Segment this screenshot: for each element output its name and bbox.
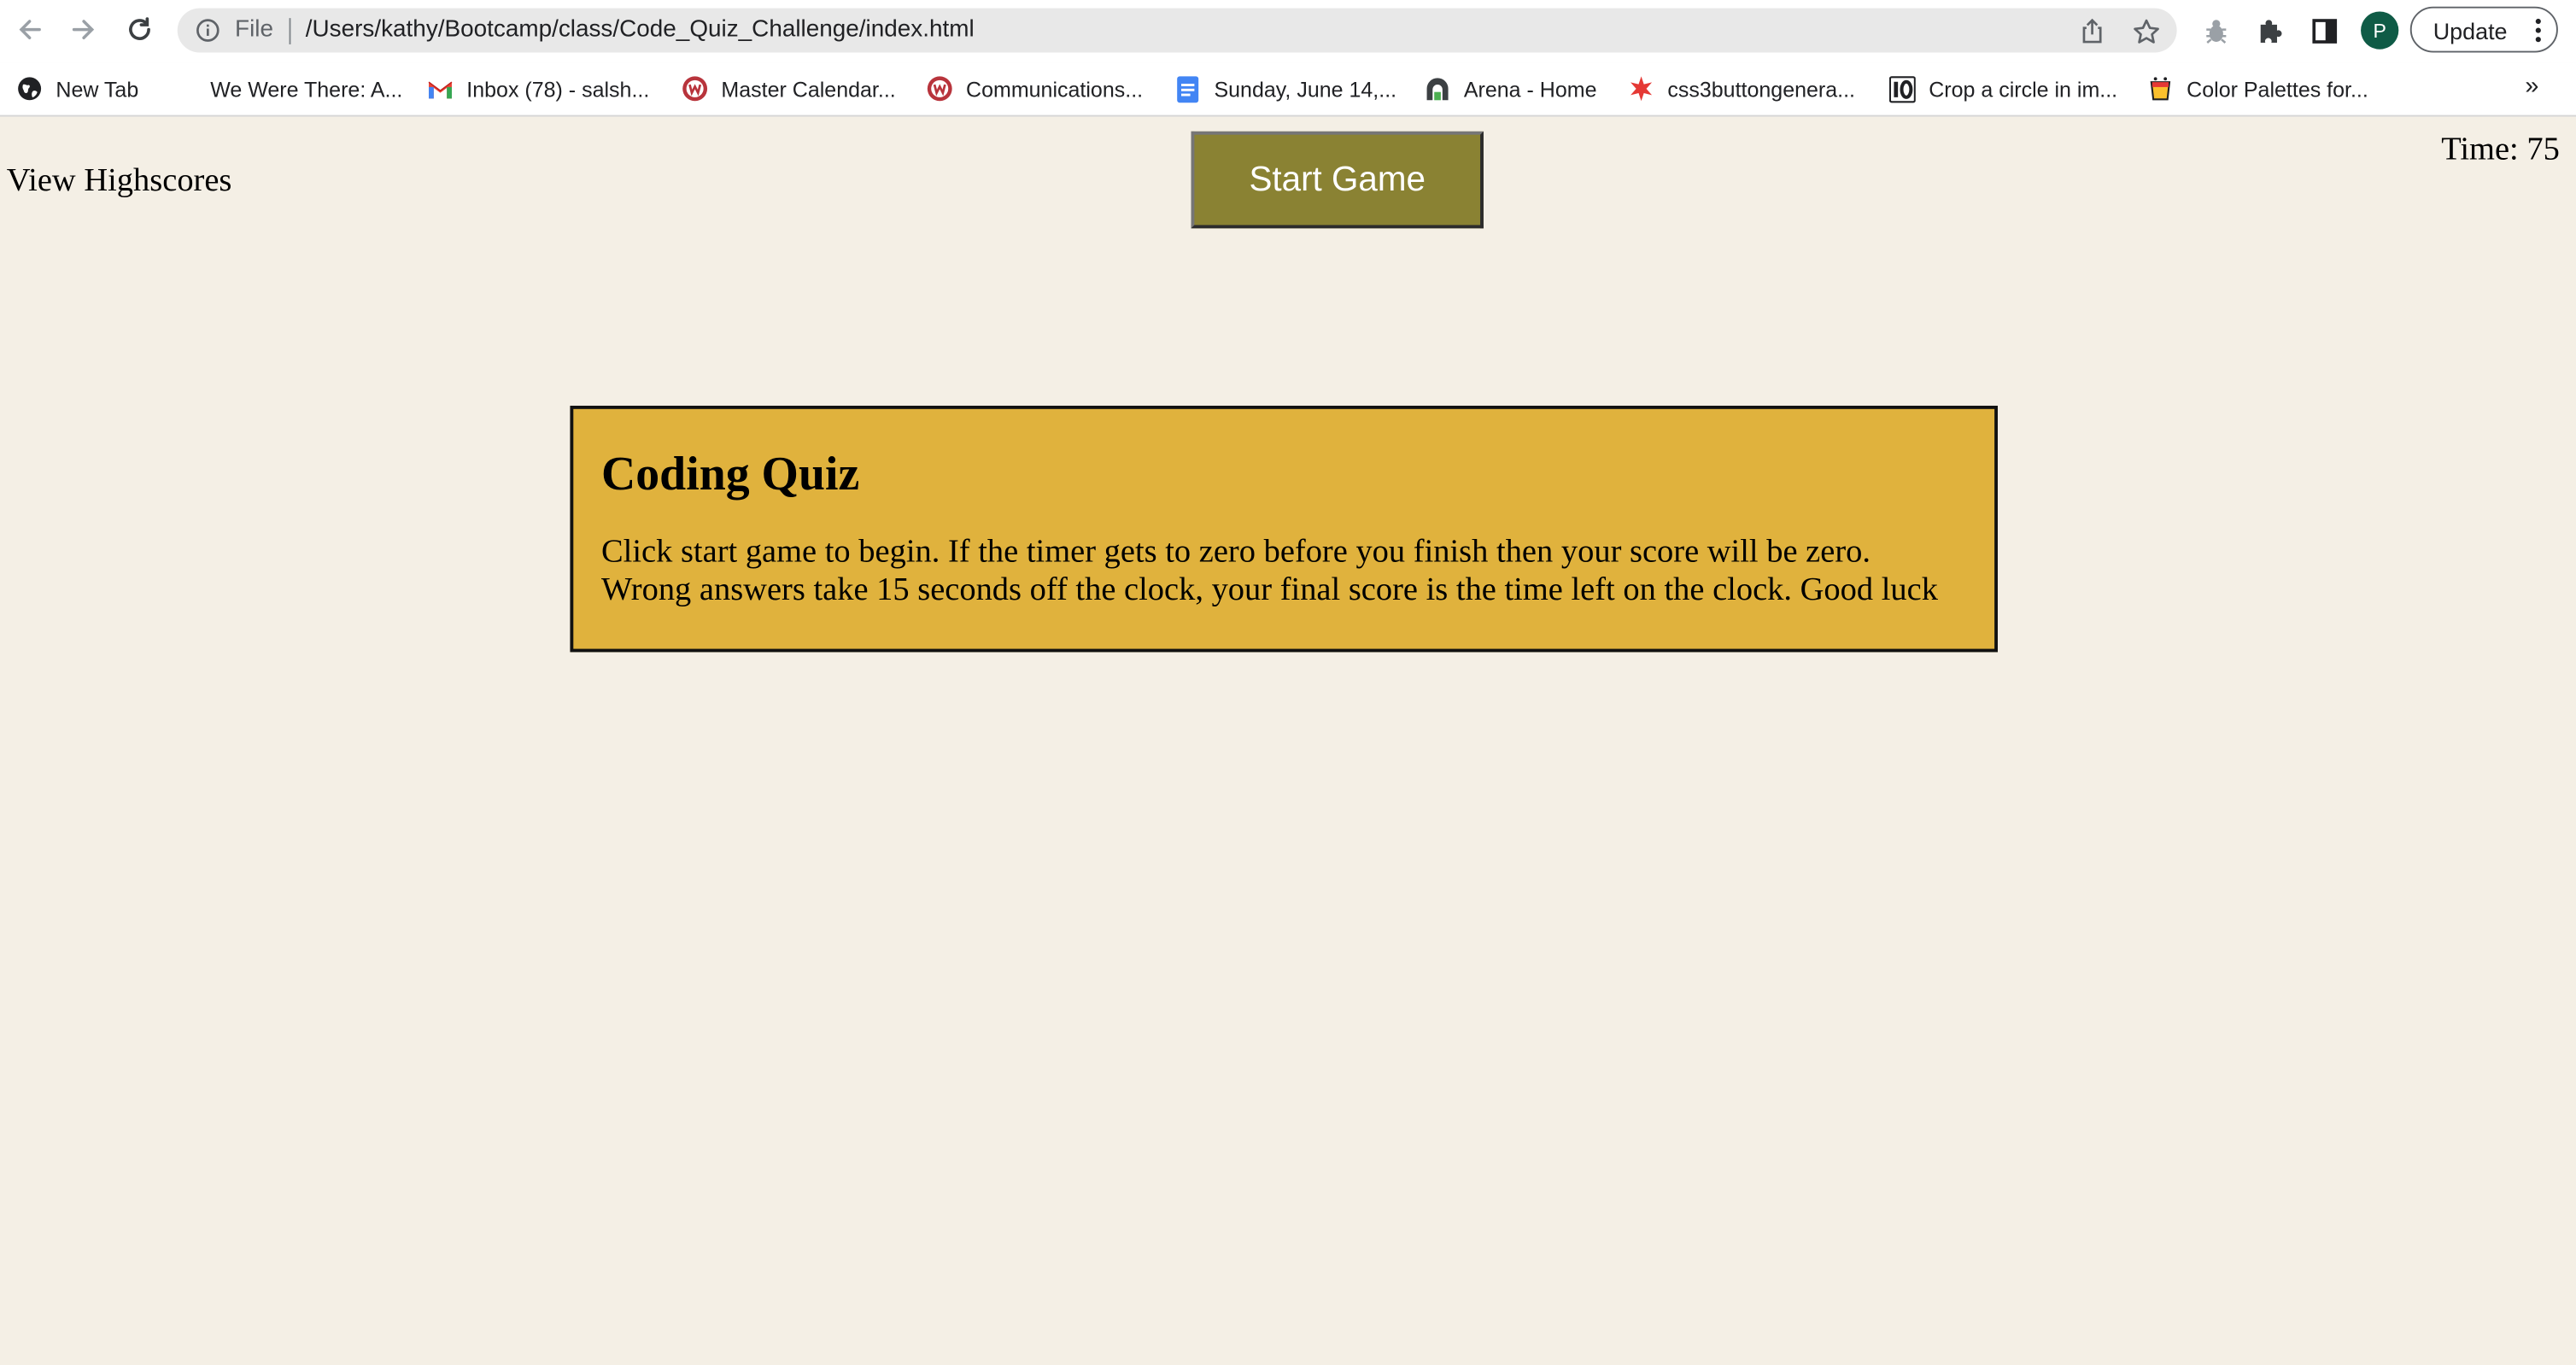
bookmark-communications[interactable]: Communications... (927, 73, 1143, 105)
extensions-puzzle-icon[interactable] (2252, 13, 2288, 49)
gmail-icon (427, 75, 454, 102)
bookmark-arena-home[interactable]: Arena - Home (1425, 73, 1597, 105)
bookmark-label: Inbox (78) - salsh... (466, 76, 650, 102)
io-icon (1889, 75, 1916, 103)
browser-window: File /Users/kathy/Bootcamp/class/Code_Qu… (0, 0, 2576, 1365)
view-highscores-link[interactable]: View Highscores (7, 162, 232, 200)
share-icon[interactable] (2076, 16, 2106, 46)
bookmark-we-were-there[interactable]: We Were There: A... (210, 73, 402, 105)
bookmark-css3buttongenerator[interactable]: css3buttongenera... (1628, 73, 1855, 105)
bookmark-sunday-june[interactable]: Sunday, June 14,... (1174, 73, 1396, 105)
bookmark-label: Master Calendar... (721, 76, 896, 102)
forward-arrow-icon (72, 20, 95, 39)
bookmark-star-icon[interactable] (2131, 16, 2161, 46)
bookmarks-bar: New Tab We Were There: A... Inbox (78) -… (0, 62, 2576, 117)
palette-cup-icon (2147, 75, 2174, 102)
bookmark-label: Arena - Home (1463, 76, 1597, 102)
back-button[interactable] (11, 11, 47, 47)
bookmark-label: New Tab (56, 76, 139, 102)
globe-icon (16, 75, 43, 102)
bookmark-crop-circle[interactable]: Crop a circle in im... (1889, 73, 2117, 105)
bookmark-label: Color Palettes for... (2187, 76, 2368, 102)
side-panel-icon[interactable] (2307, 13, 2343, 49)
quiz-title: Coding Quiz (601, 448, 860, 501)
bookmark-color-palettes[interactable]: Color Palettes for... (2147, 73, 2368, 105)
bookmark-master-calendar[interactable]: Master Calendar... (682, 73, 896, 105)
bookmark-label: Communications... (966, 76, 1144, 102)
address-divider (289, 18, 291, 44)
browser-toolbar: File /Users/kathy/Bootcamp/class/Code_Qu… (0, 0, 2576, 63)
bookmarks-overflow-chevron-icon[interactable]: » (2525, 73, 2538, 101)
bookmark-label: Crop a circle in im... (1929, 76, 2118, 102)
reload-icon (129, 17, 150, 40)
timer-display: Time: 75 (2441, 131, 2560, 168)
reload-button[interactable] (121, 11, 157, 47)
update-button[interactable]: Update (2409, 6, 2558, 53)
address-scheme-label: File (235, 16, 274, 43)
bookmark-label: css3buttongenera... (1667, 76, 1856, 102)
back-arrow-icon (19, 20, 41, 39)
address-url[interactable]: /Users/kathy/Bootcamp/class/Code_Quiz_Ch… (306, 16, 975, 43)
info-icon[interactable] (196, 18, 220, 50)
start-game-button[interactable]: Start Game (1191, 131, 1484, 229)
arena-icon (1425, 75, 1451, 102)
address-bar[interactable]: File /Users/kathy/Bootcamp/class/Code_Qu… (177, 8, 2177, 53)
red-star-icon (1628, 75, 1654, 102)
quiz-intro-card: Coding Quiz Click start game to begin. I… (570, 405, 1998, 653)
profile-initial: P (2373, 19, 2386, 43)
bookmark-label: We Were There: A... (210, 76, 403, 102)
bookmark-label: Sunday, June 14,... (1214, 76, 1397, 102)
docs-icon (1174, 75, 1201, 103)
more-menu-icon[interactable] (2535, 18, 2542, 48)
w-badge-icon (927, 75, 953, 102)
bookmark-inbox[interactable]: Inbox (78) - salsh... (427, 73, 649, 105)
bug-extension-icon[interactable] (2198, 13, 2234, 49)
bookmark-new-tab[interactable]: New Tab (16, 73, 138, 105)
w-badge-icon (682, 75, 708, 102)
profile-avatar[interactable]: P (2361, 11, 2399, 50)
update-label: Update (2433, 18, 2508, 44)
forward-button[interactable] (66, 11, 102, 47)
quiz-instructions: Click start game to begin. If the timer … (601, 533, 1938, 608)
